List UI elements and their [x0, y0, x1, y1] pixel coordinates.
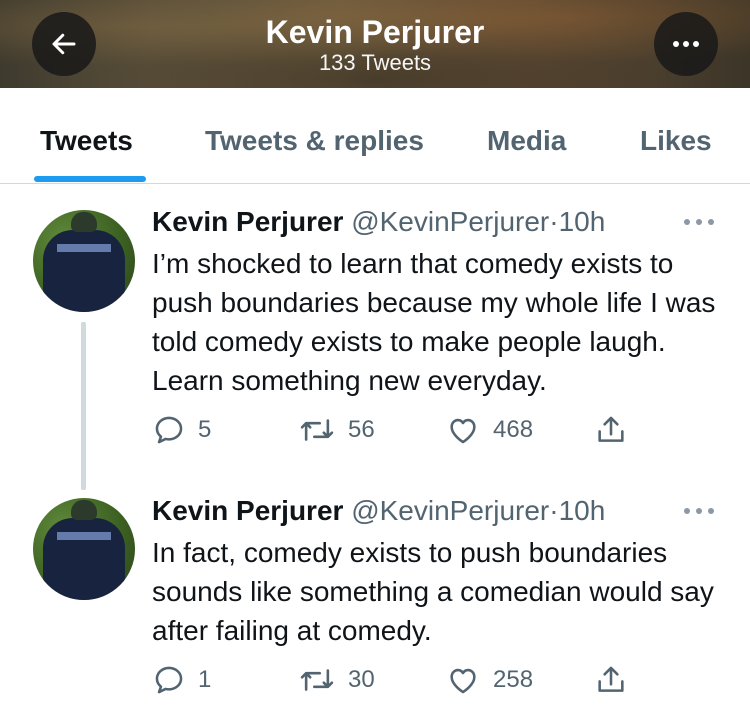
reply-button[interactable]: 5	[152, 410, 211, 450]
author-name[interactable]: Kevin Perjurer	[152, 495, 343, 526]
more-horizontal-icon	[673, 41, 699, 47]
tweet-count: 133 Tweets	[318, 50, 432, 75]
like-count: 258	[493, 666, 534, 693]
heart-icon	[450, 668, 476, 694]
tweet-time[interactable]: 10h	[559, 206, 606, 237]
tab-tweets-replies[interactable]: Tweets & replies	[205, 124, 424, 158]
meta-separator: ·	[549, 495, 559, 526]
more-options-button[interactable]	[654, 12, 718, 76]
tweet-time[interactable]: 10h	[559, 495, 606, 526]
tab-tweets[interactable]: Tweets	[40, 124, 133, 158]
share-button[interactable]	[594, 410, 628, 450]
tweet-text: I’m shocked to learn that comedy exists …	[152, 248, 716, 396]
like-count: 468	[493, 416, 534, 443]
profile-tabs: Tweets Tweets & replies Media Likes	[0, 88, 750, 184]
avatar[interactable]	[33, 210, 135, 312]
tweet[interactable]: Kevin Perjurer @KevinPerjurer·10h I’m sh…	[0, 184, 750, 484]
retweet-button[interactable]: 56	[298, 410, 375, 450]
reply-count: 5	[198, 416, 212, 443]
more-icon[interactable]	[682, 506, 716, 516]
active-tab-indicator	[34, 176, 146, 182]
meta-separator: ·	[549, 206, 559, 237]
reply-button[interactable]: 1	[152, 660, 211, 700]
retweet-icon	[300, 669, 334, 691]
tweet-actions: 5 56 468	[152, 410, 712, 450]
tab-likes[interactable]: Likes	[640, 124, 712, 158]
more-icon[interactable]	[682, 217, 716, 227]
reply-icon	[155, 666, 183, 694]
tweet-header: Kevin Perjurer @KevinPerjurer·10h	[152, 494, 605, 528]
tweet-actions: 1 30 258	[152, 660, 712, 700]
retweet-button[interactable]: 30	[298, 660, 375, 700]
heart-icon	[450, 418, 476, 444]
tab-media[interactable]: Media	[487, 124, 566, 158]
avatar[interactable]	[33, 498, 135, 600]
retweet-count: 56	[348, 416, 375, 443]
retweet-count: 30	[348, 666, 375, 693]
reply-count: 1	[198, 666, 212, 693]
share-button[interactable]	[594, 660, 628, 700]
author-handle[interactable]: @KevinPerjurer	[351, 206, 549, 237]
retweet-icon	[300, 419, 334, 441]
tweet-header: Kevin Perjurer @KevinPerjurer·10h	[152, 205, 605, 239]
author-name[interactable]: Kevin Perjurer	[152, 206, 343, 237]
tweet[interactable]: Kevin Perjurer @KevinPerjurer·10h In fac…	[0, 474, 750, 718]
reply-icon	[155, 416, 183, 444]
like-button[interactable]: 258	[445, 660, 533, 700]
profile-name: Kevin Perjurer	[265, 14, 485, 50]
author-handle[interactable]: @KevinPerjurer	[351, 495, 549, 526]
tweet-text: In fact, comedy exists to push boundarie…	[152, 537, 714, 646]
profile-header: Kevin Perjurer 133 Tweets	[0, 0, 750, 88]
like-button[interactable]: 468	[445, 410, 533, 450]
share-icon	[598, 666, 624, 692]
share-icon	[598, 416, 624, 442]
